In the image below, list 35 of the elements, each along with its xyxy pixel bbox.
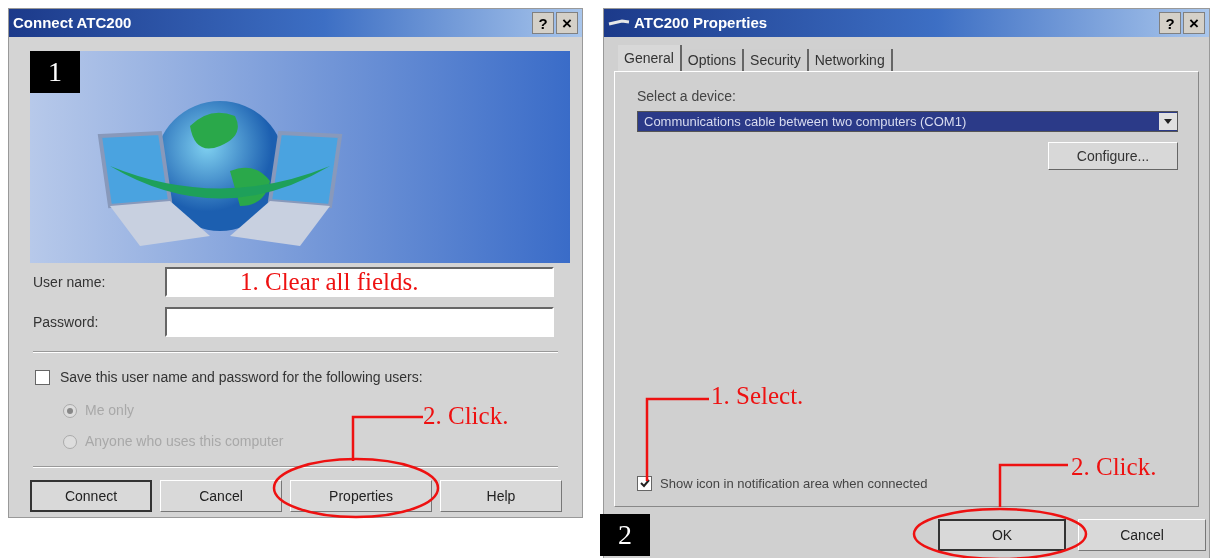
checkmark-icon [639, 479, 650, 489]
cable-icon [608, 18, 630, 28]
annotation-text: 1. Select. [711, 383, 804, 408]
window-title: ATC200 Properties [634, 12, 769, 33]
help-button[interactable]: ? [1159, 12, 1181, 34]
callout-line [998, 463, 1068, 507]
dialog-button[interactable]: Cancel [1078, 519, 1206, 551]
window-title: Connect ATC200 [13, 12, 133, 33]
dialog-button[interactable]: OK [938, 519, 1066, 551]
step-badge: 2 [600, 514, 650, 556]
annotation-text: 1. Clear all fields. [240, 269, 419, 294]
field-label: User name: [33, 272, 107, 292]
checkbox-label: Show icon in notification area when connected [660, 475, 928, 493]
annotation-text: 2. Click. [1071, 454, 1157, 479]
configure-button[interactable]: Configure... [1048, 142, 1178, 170]
callout-line [351, 415, 423, 461]
input-field[interactable] [165, 307, 554, 337]
annotation-text: 2. Click. [423, 403, 509, 428]
help-button[interactable]: ? [532, 12, 554, 34]
checkbox[interactable] [35, 370, 50, 385]
tab[interactable]: General [618, 45, 682, 71]
close-button[interactable]: × [1183, 12, 1205, 34]
dialog-button[interactable]: Cancel [160, 480, 282, 512]
device-dropdown[interactable]: Communications cable between two computers (COM1) [637, 111, 1178, 132]
dialog-button[interactable]: Connect [30, 480, 152, 512]
dialog-button[interactable]: Help [440, 480, 562, 512]
close-button[interactable]: × [556, 12, 578, 34]
input-field[interactable] [165, 267, 554, 297]
dropdown-value: Communications cable between two computers (COM1) [643, 112, 968, 131]
checkbox-label: Save this user name and password for the following users: [60, 368, 423, 387]
step-badge: 1 [30, 51, 80, 93]
field-label: Password: [33, 312, 100, 332]
field-label: Select a device: [637, 87, 737, 106]
checkbox[interactable] [637, 476, 652, 492]
dialog-button[interactable]: Properties [290, 480, 432, 512]
